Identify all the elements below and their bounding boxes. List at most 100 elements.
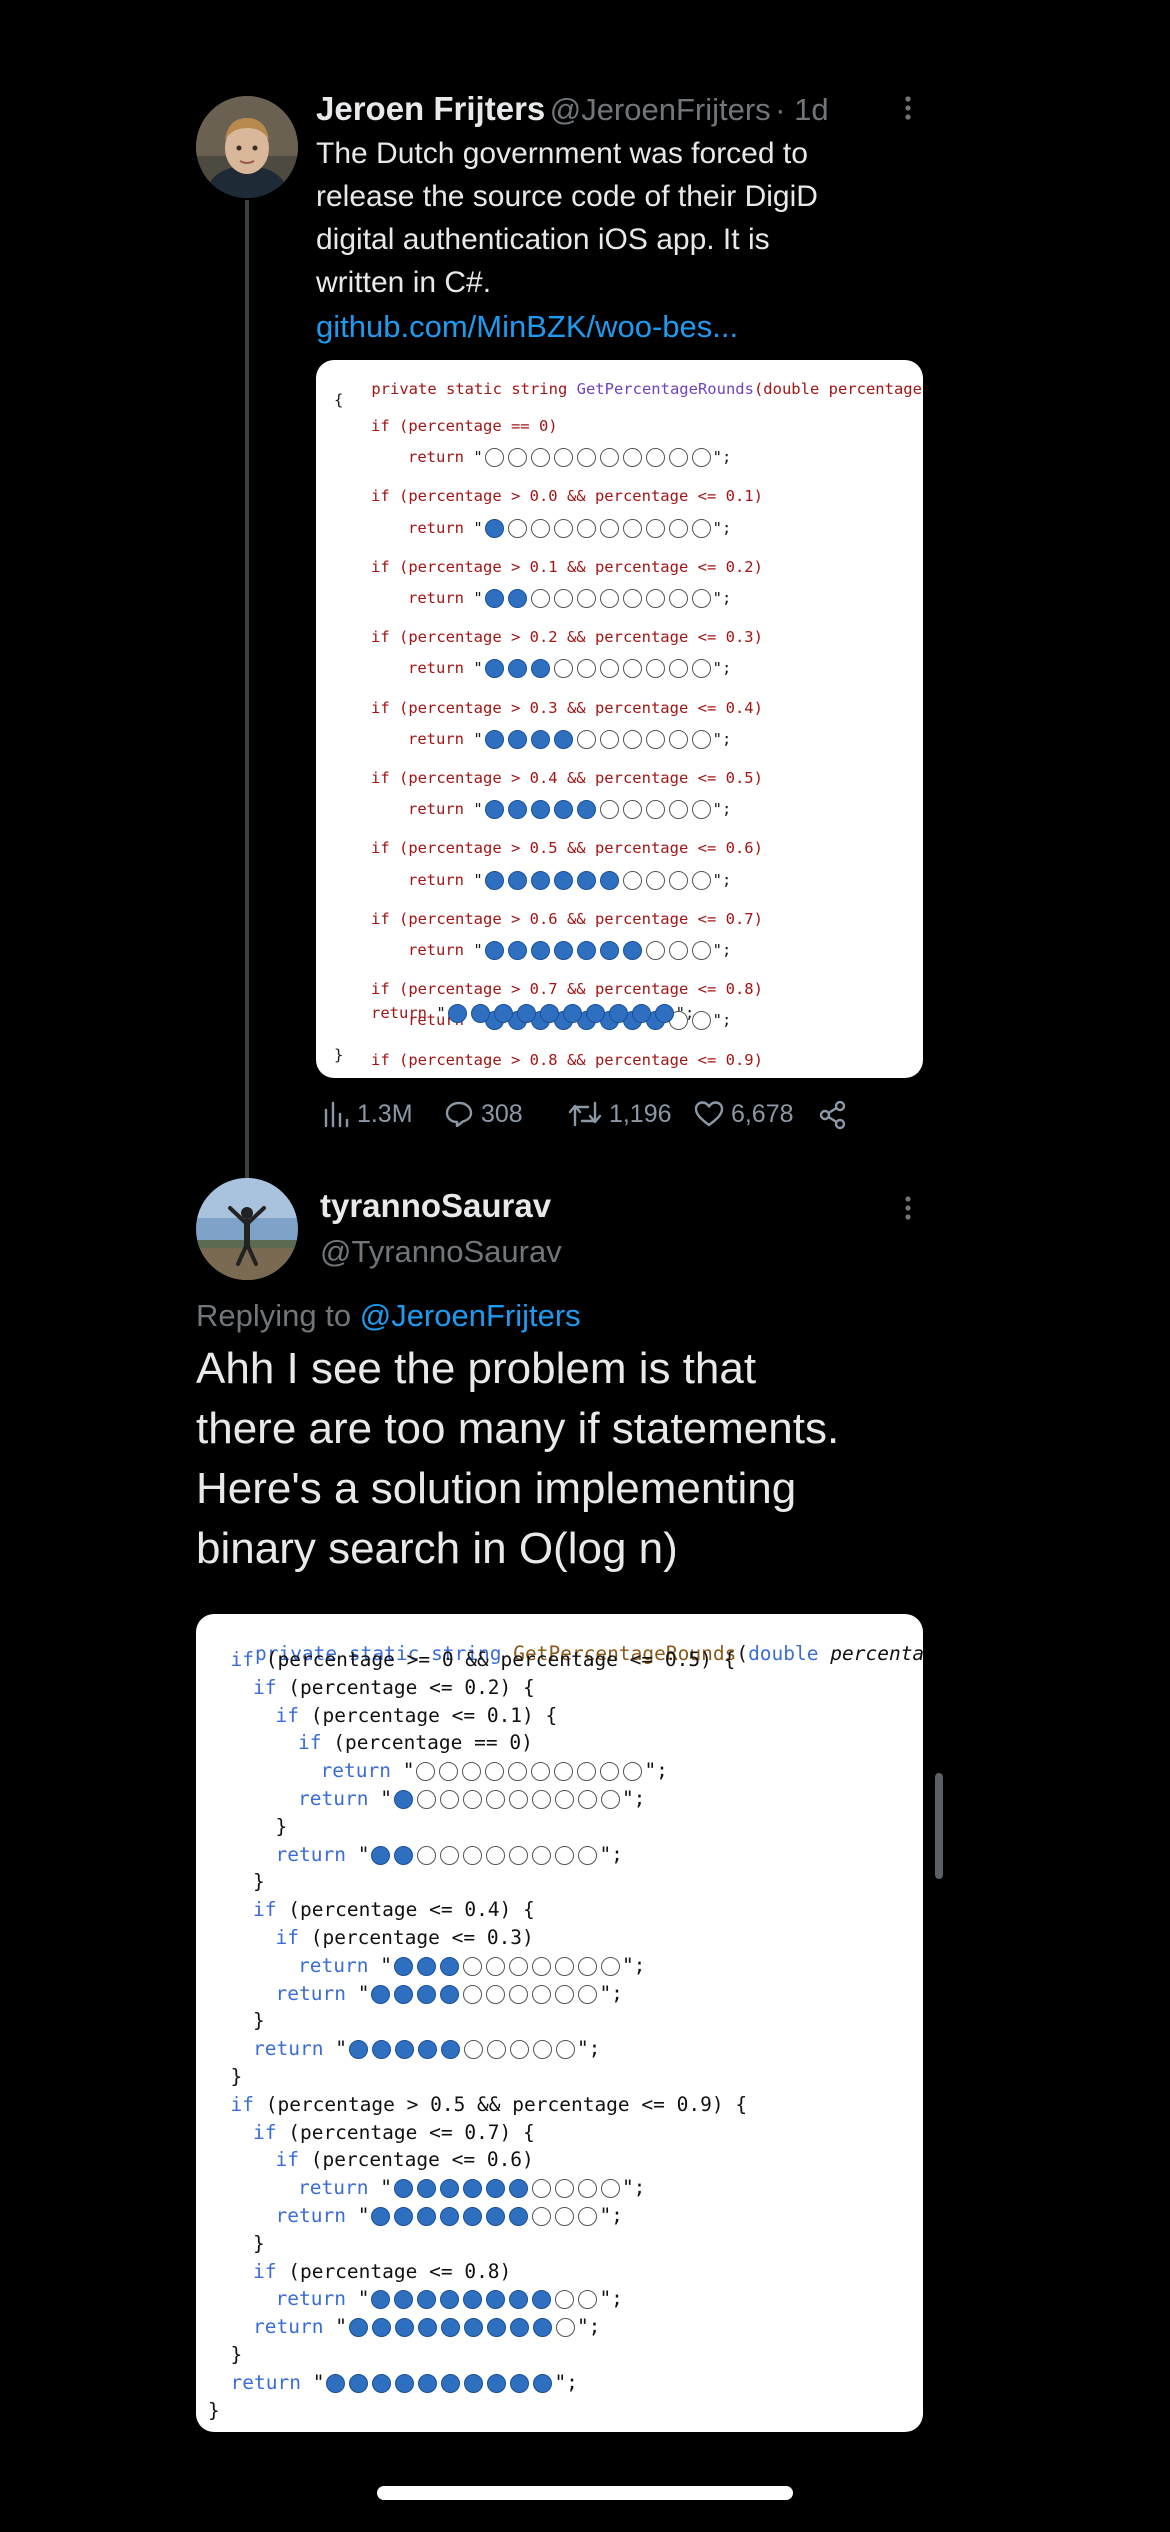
empty-dot-icon bbox=[485, 1762, 505, 1782]
empty-dot-icon bbox=[555, 2318, 575, 2338]
code-condition: if (percentage > 0.5 && percentage <= 0.… bbox=[371, 839, 763, 857]
filled-dot-icon bbox=[516, 1004, 536, 1023]
code-line: if (percentage <= 0.2) { bbox=[253, 1676, 535, 1699]
home-indicator[interactable] bbox=[377, 2486, 793, 2500]
code-return: return " "; bbox=[408, 729, 731, 749]
like-button[interactable]: 6,678 bbox=[694, 1100, 794, 1129]
code-return: return " "; bbox=[408, 518, 731, 538]
code-keyword: return bbox=[298, 1787, 381, 1810]
filled-dot-icon bbox=[576, 870, 596, 890]
reply-author-name[interactable]: tyrannoSaurav bbox=[320, 1187, 551, 1225]
code-return: return " "; bbox=[321, 1759, 668, 1782]
reply-author-avatar[interactable] bbox=[196, 1178, 298, 1280]
empty-dot-icon bbox=[691, 800, 711, 820]
code-quote: "; bbox=[599, 2204, 623, 2227]
empty-dot-icon bbox=[622, 870, 642, 890]
share-button[interactable] bbox=[818, 1100, 848, 1137]
progress-dots bbox=[392, 1787, 622, 1810]
code-quote: "; bbox=[712, 941, 732, 959]
filled-dot-icon bbox=[394, 2290, 414, 2310]
empty-dot-icon bbox=[645, 941, 665, 960]
views-button[interactable]: 1.3M bbox=[322, 1100, 413, 1129]
code-quote: "; bbox=[712, 870, 732, 889]
code-quote: " bbox=[380, 1787, 392, 1810]
empty-dot-icon bbox=[463, 1845, 483, 1865]
code-condition-text: if (percentage > 0.7 && percentage <= 0.… bbox=[371, 980, 763, 999]
code-quote: " bbox=[473, 659, 483, 678]
reply-text: Ahh I see the problem is that there are … bbox=[196, 1339, 956, 1579]
code-keyword: return bbox=[408, 518, 474, 537]
code-condition-text: if (percentage > 0.6 && percentage <= 0.… bbox=[371, 909, 763, 928]
filled-dot-icon bbox=[553, 800, 573, 820]
empty-dot-icon bbox=[691, 589, 711, 608]
code-quote: " bbox=[473, 589, 483, 607]
code-keyword: return bbox=[298, 2176, 381, 2200]
code-return: return " "; bbox=[231, 2371, 578, 2394]
filled-dot-icon bbox=[487, 2373, 507, 2393]
filled-dot-icon bbox=[371, 2290, 391, 2310]
empty-dot-icon bbox=[553, 518, 573, 538]
code-keyword: double bbox=[748, 1642, 831, 1665]
code-quote: " bbox=[380, 1953, 392, 1977]
filled-dot-icon bbox=[440, 2290, 460, 2310]
code-paren: ( bbox=[753, 380, 764, 398]
reply-more-icon[interactable] bbox=[898, 1190, 918, 1226]
code-condition: if (percentage > 0.3 && percentage <= 0.… bbox=[371, 699, 763, 717]
filled-dot-icon bbox=[394, 1845, 414, 1865]
code-keyword: return bbox=[253, 2037, 336, 2061]
code-return: return " "; bbox=[298, 1954, 645, 1977]
reply-button[interactable]: 308 bbox=[444, 1100, 523, 1129]
code-return: return " "; bbox=[408, 870, 732, 890]
progress-dots bbox=[483, 659, 713, 679]
retweet-button[interactable]: 1,196 bbox=[568, 1100, 672, 1129]
empty-dot-icon bbox=[486, 1984, 506, 2004]
code-line-text: } bbox=[253, 2231, 265, 2255]
code-quote: "; bbox=[554, 2370, 578, 2394]
tweet-text-line: release the source code of their DigiD bbox=[316, 180, 818, 213]
empty-dot-icon bbox=[553, 589, 573, 608]
empty-dot-icon bbox=[577, 1762, 597, 1782]
empty-dot-icon bbox=[531, 1790, 551, 1809]
author-handle[interactable]: @JeroenFrijters bbox=[550, 92, 771, 127]
code-line-text: } bbox=[208, 2398, 220, 2422]
tweet-time[interactable]: · 1d bbox=[775, 92, 828, 127]
filled-dot-icon bbox=[562, 1004, 582, 1023]
code-condition: if (percentage > 0.2 && percentage <= 0.… bbox=[371, 628, 763, 646]
replying-to-handle[interactable]: @JeroenFrijters bbox=[360, 1298, 581, 1333]
filled-dot-icon bbox=[553, 729, 573, 749]
code-quote: " bbox=[357, 2287, 370, 2311]
empty-dot-icon bbox=[691, 870, 711, 890]
code-keyword: if bbox=[253, 2259, 277, 2283]
code-keyword: return bbox=[408, 941, 474, 959]
empty-dot-icon bbox=[554, 1956, 574, 1976]
code-return: return " "; bbox=[408, 589, 731, 608]
filled-dot-icon bbox=[507, 659, 527, 679]
reply-text-line: binary search in O(log n) bbox=[196, 1524, 678, 1573]
code-image-reply[interactable]: private static string GetPercentageRound… bbox=[196, 1614, 923, 2432]
filled-dot-icon bbox=[507, 870, 527, 890]
more-icon[interactable] bbox=[898, 90, 918, 126]
empty-dot-icon bbox=[416, 1790, 436, 1809]
empty-dot-icon bbox=[417, 1845, 437, 1865]
code-quote: "; bbox=[644, 1759, 668, 1783]
empty-dot-icon bbox=[555, 1845, 575, 1865]
code-quote: " bbox=[473, 518, 483, 537]
code-quote: " bbox=[335, 2037, 347, 2061]
author-name[interactable]: Jeroen Frijters bbox=[316, 90, 545, 127]
empty-dot-icon bbox=[532, 2040, 552, 2060]
empty-dot-icon bbox=[668, 870, 688, 890]
reply-author-handle[interactable]: @TyrannoSaurav bbox=[320, 1234, 562, 1270]
scrollbar-thumb[interactable] bbox=[935, 1773, 943, 1879]
tweet-link[interactable]: github.com/MinBZK/woo-bes... bbox=[316, 309, 738, 345]
code-image-original[interactable]: private static string GetPercentageRound… bbox=[316, 360, 923, 1078]
code-condition: if (percentage > 0.1 && percentage <= 0.… bbox=[371, 558, 763, 576]
code-keyword: return bbox=[408, 448, 474, 467]
retweet-icon bbox=[568, 1101, 602, 1127]
empty-dot-icon bbox=[555, 1984, 575, 2004]
author-avatar[interactable] bbox=[196, 96, 298, 198]
filled-dot-icon bbox=[530, 870, 550, 890]
empty-dot-icon bbox=[508, 1956, 528, 1976]
filled-dot-icon bbox=[393, 2179, 413, 2199]
code-quote: "; bbox=[712, 589, 732, 607]
code-line: if (percentage >= 0 && percentage <= 0.5… bbox=[231, 1648, 736, 1671]
